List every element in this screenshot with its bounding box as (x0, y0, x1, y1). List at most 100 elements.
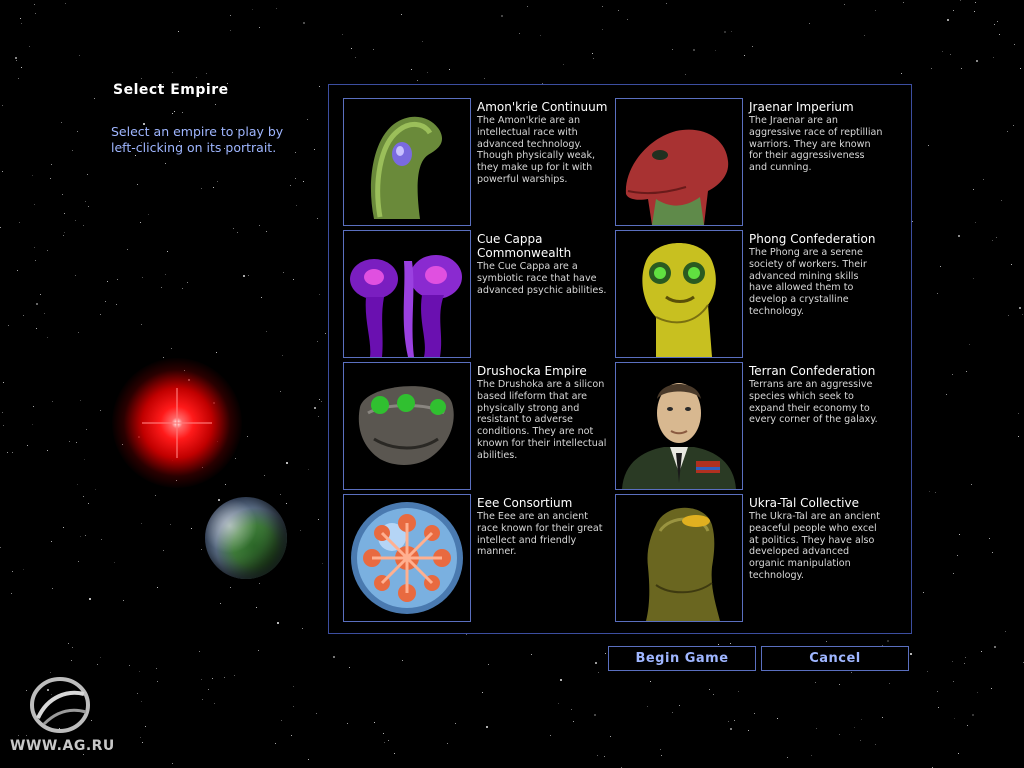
star-dot (7, 452, 8, 453)
star-dot (283, 272, 284, 273)
star-dot (63, 235, 64, 236)
star-dot (946, 394, 947, 395)
star-dot (417, 80, 418, 81)
portrait-amonkrie[interactable] (343, 98, 471, 226)
star-dot (64, 213, 65, 214)
portrait-jraenar[interactable] (615, 98, 743, 226)
star-dot (976, 60, 978, 62)
star-dot (1001, 200, 1002, 201)
star-dot (83, 754, 84, 755)
star-dot (991, 688, 992, 689)
star-dot (8, 325, 9, 326)
star-dot (2, 412, 3, 413)
star-dot (44, 313, 45, 314)
star-dot (854, 727, 855, 728)
star-dot (997, 21, 998, 22)
star-dot (333, 656, 335, 658)
star-dot (80, 536, 81, 537)
star-dot (141, 701, 142, 702)
portrait-terran[interactable] (615, 362, 743, 490)
star-dot (618, 10, 619, 11)
star-dot (303, 22, 305, 24)
star-dot (972, 714, 974, 716)
star-dot (261, 297, 262, 298)
star-dot (40, 294, 41, 295)
star-dot (212, 678, 213, 679)
star-dot (592, 53, 593, 54)
star-dot (685, 74, 686, 75)
empire-description: The Phong are a serene society of worker… (749, 247, 867, 317)
star-dot (17, 270, 18, 271)
star-dot (293, 706, 294, 707)
star-dot (77, 484, 78, 485)
star-dot (349, 667, 350, 668)
star-dot (981, 651, 982, 652)
star-dot (77, 131, 78, 132)
star-dot (52, 588, 53, 589)
star-dot (563, 64, 564, 65)
star-dot (129, 665, 130, 666)
portrait-cuecappa[interactable] (343, 230, 471, 358)
star-dot (29, 46, 30, 47)
empire-name: Phong Confederation (749, 232, 876, 246)
star-dot (394, 753, 395, 754)
star-dot (243, 275, 245, 277)
star-dot (85, 535, 86, 536)
star-dot (787, 757, 788, 758)
star-dot (713, 694, 714, 695)
star-dot (724, 31, 726, 33)
star-dot (693, 49, 695, 51)
star-dot (172, 72, 173, 73)
cancel-button[interactable]: Cancel (761, 646, 909, 671)
empire-name: Cue Cappa Commonwealth (477, 232, 572, 260)
star-dot (296, 205, 297, 206)
star-dot (80, 400, 81, 401)
empire-description: The Amon'krie are an intellectual race w… (477, 115, 596, 185)
star-dot (923, 592, 924, 593)
star-dot (734, 720, 735, 721)
star-dot (123, 600, 124, 601)
star-dot (50, 672, 51, 673)
empire-name: Amon'krie Continuum (477, 100, 608, 114)
star-dot (148, 214, 149, 215)
star-dot (220, 603, 221, 604)
portrait-ukratal[interactable] (615, 494, 743, 622)
portrait-phong[interactable] (615, 230, 743, 358)
star-dot (34, 4, 35, 5)
star-dot (237, 232, 238, 233)
empire-card-ukratal: Ukra-Tal Collective The Ukra-Tal are an … (615, 494, 885, 622)
star-dot (604, 756, 605, 757)
star-dot (973, 189, 974, 190)
star-dot (107, 281, 108, 282)
star-dot (325, 333, 326, 334)
empire-card-terran: Terran Confederation Terrans are an aggr… (615, 362, 885, 490)
star-dot (966, 371, 967, 372)
star-dot (35, 13, 36, 14)
star-dot (307, 119, 308, 120)
portrait-eee[interactable] (343, 494, 471, 622)
empire-description: The Cue Cappa are a symbiotic race that … (477, 261, 607, 296)
star-dot (355, 57, 356, 58)
star-dot (318, 416, 319, 417)
star-dot (482, 692, 483, 693)
star-dot (275, 743, 276, 744)
begin-game-button[interactable]: Begin Game (608, 646, 756, 671)
star-dot (256, 607, 257, 608)
star-dot (217, 181, 218, 182)
portrait-drushocka[interactable] (343, 362, 471, 490)
star-dot (975, 222, 976, 223)
star-dot (26, 690, 27, 691)
empire-card-cuecappa: Cue Cappa Commonwealth The Cue Cappa are… (343, 230, 613, 358)
star-dot (488, 664, 489, 665)
star-dot (161, 287, 162, 288)
empire-description: The Jraenar are an aggressive race of re… (749, 115, 883, 174)
star-dot (388, 740, 389, 741)
star-dot (75, 220, 76, 221)
star-dot (145, 726, 146, 727)
star-dot (11, 593, 12, 594)
star-dot (117, 279, 118, 280)
star-dot (100, 410, 101, 411)
star-dot (264, 475, 265, 476)
star-dot (276, 8, 277, 9)
star-dot (171, 348, 172, 349)
